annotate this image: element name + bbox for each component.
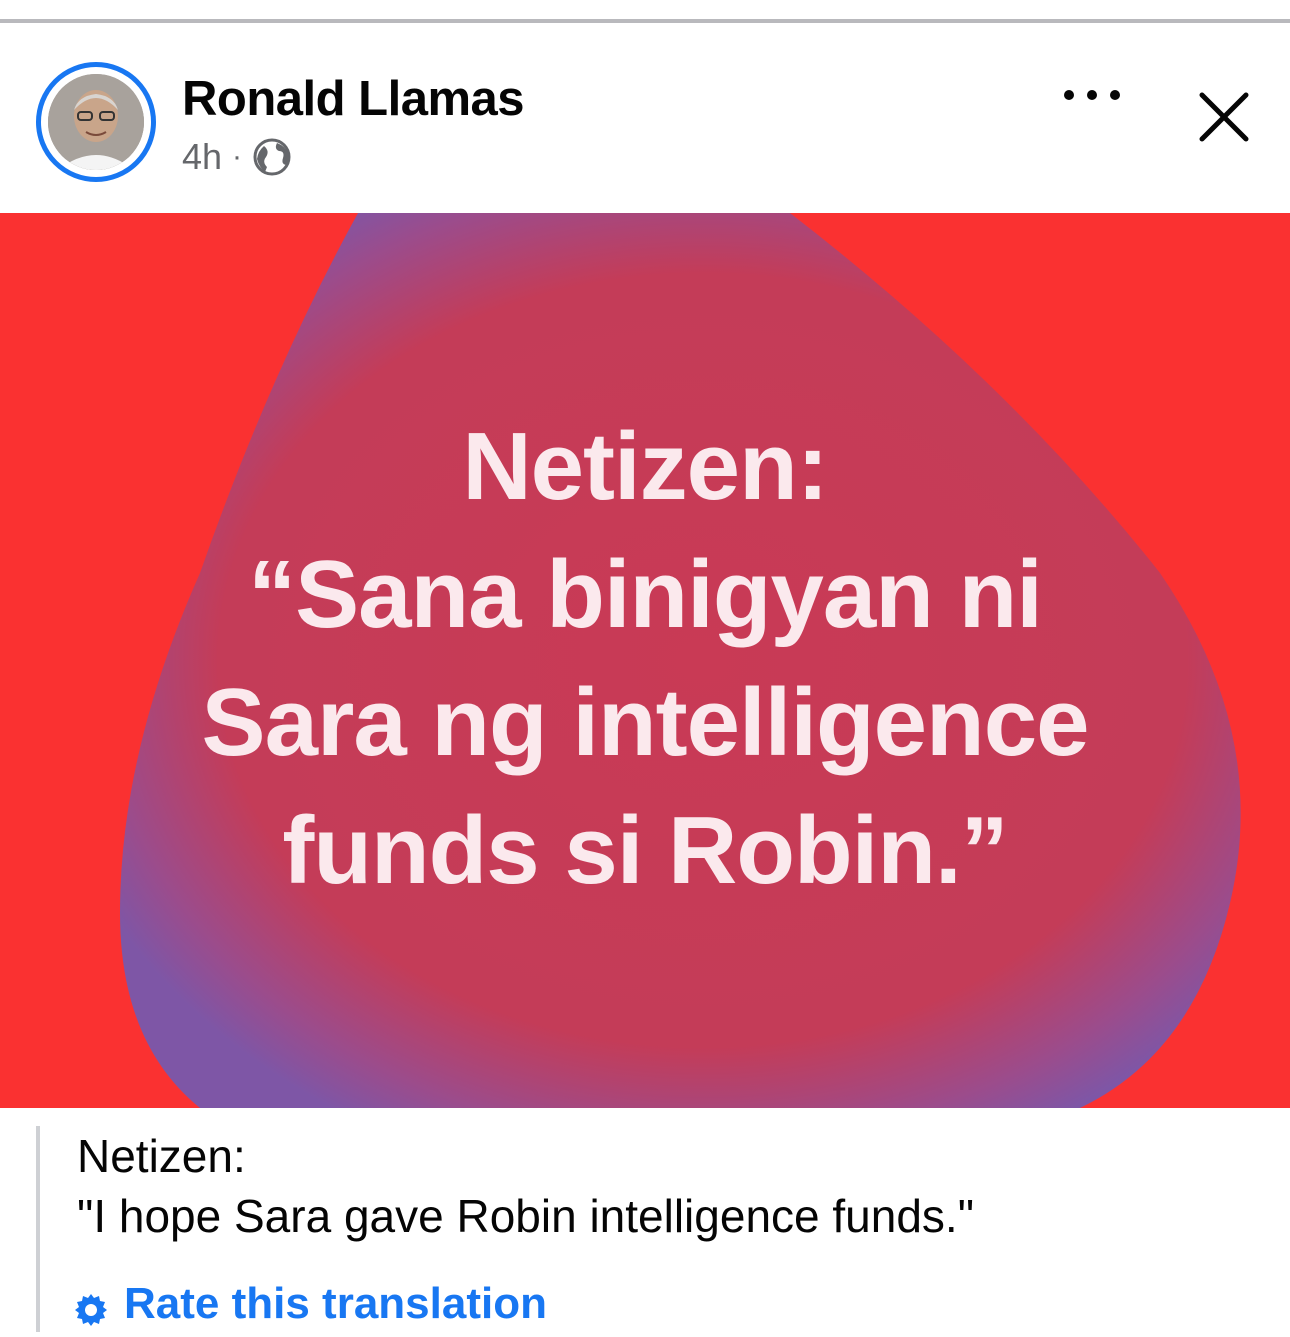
post-image[interactable]: Netizen: “Sana binigyan ni Sara ng intel… [0,213,1290,1108]
globe-icon[interactable] [252,137,292,177]
image-line: Sara ng intelligence [201,669,1090,776]
post-meta: 4h · [182,136,292,178]
image-line: “Sana binigyan ni [248,541,1043,648]
image-line: funds si Robin.” [282,797,1008,904]
avatar[interactable] [36,62,156,182]
image-line: Netizen: [462,413,828,520]
meta-separator: · [232,140,243,173]
translated-text: Netizen: "I hope Sara gave Robin intelli… [77,1126,974,1246]
post-header: Ronald Llamas 4h · [0,23,1290,213]
rate-translation-label[interactable]: Rate this translation [124,1279,547,1329]
image-quote-text: Netizen: “Sana binigyan ni Sara ng intel… [0,403,1290,915]
avatar-photo [48,74,144,170]
gear-icon [74,1287,108,1326]
post-time[interactable]: 4h [182,136,222,178]
translation-line: Netizen: [77,1130,246,1182]
translation-line: "I hope Sara gave Robin intelligence fun… [77,1190,975,1242]
more-horizontal-icon[interactable] [1064,83,1120,107]
close-icon[interactable] [1196,89,1252,145]
author-name[interactable]: Ronald Llamas [182,71,525,127]
rate-translation-link[interactable]: Rate this translation [74,1276,547,1332]
translation-panel: Netizen: "I hope Sara gave Robin intelli… [36,1126,1236,1332]
